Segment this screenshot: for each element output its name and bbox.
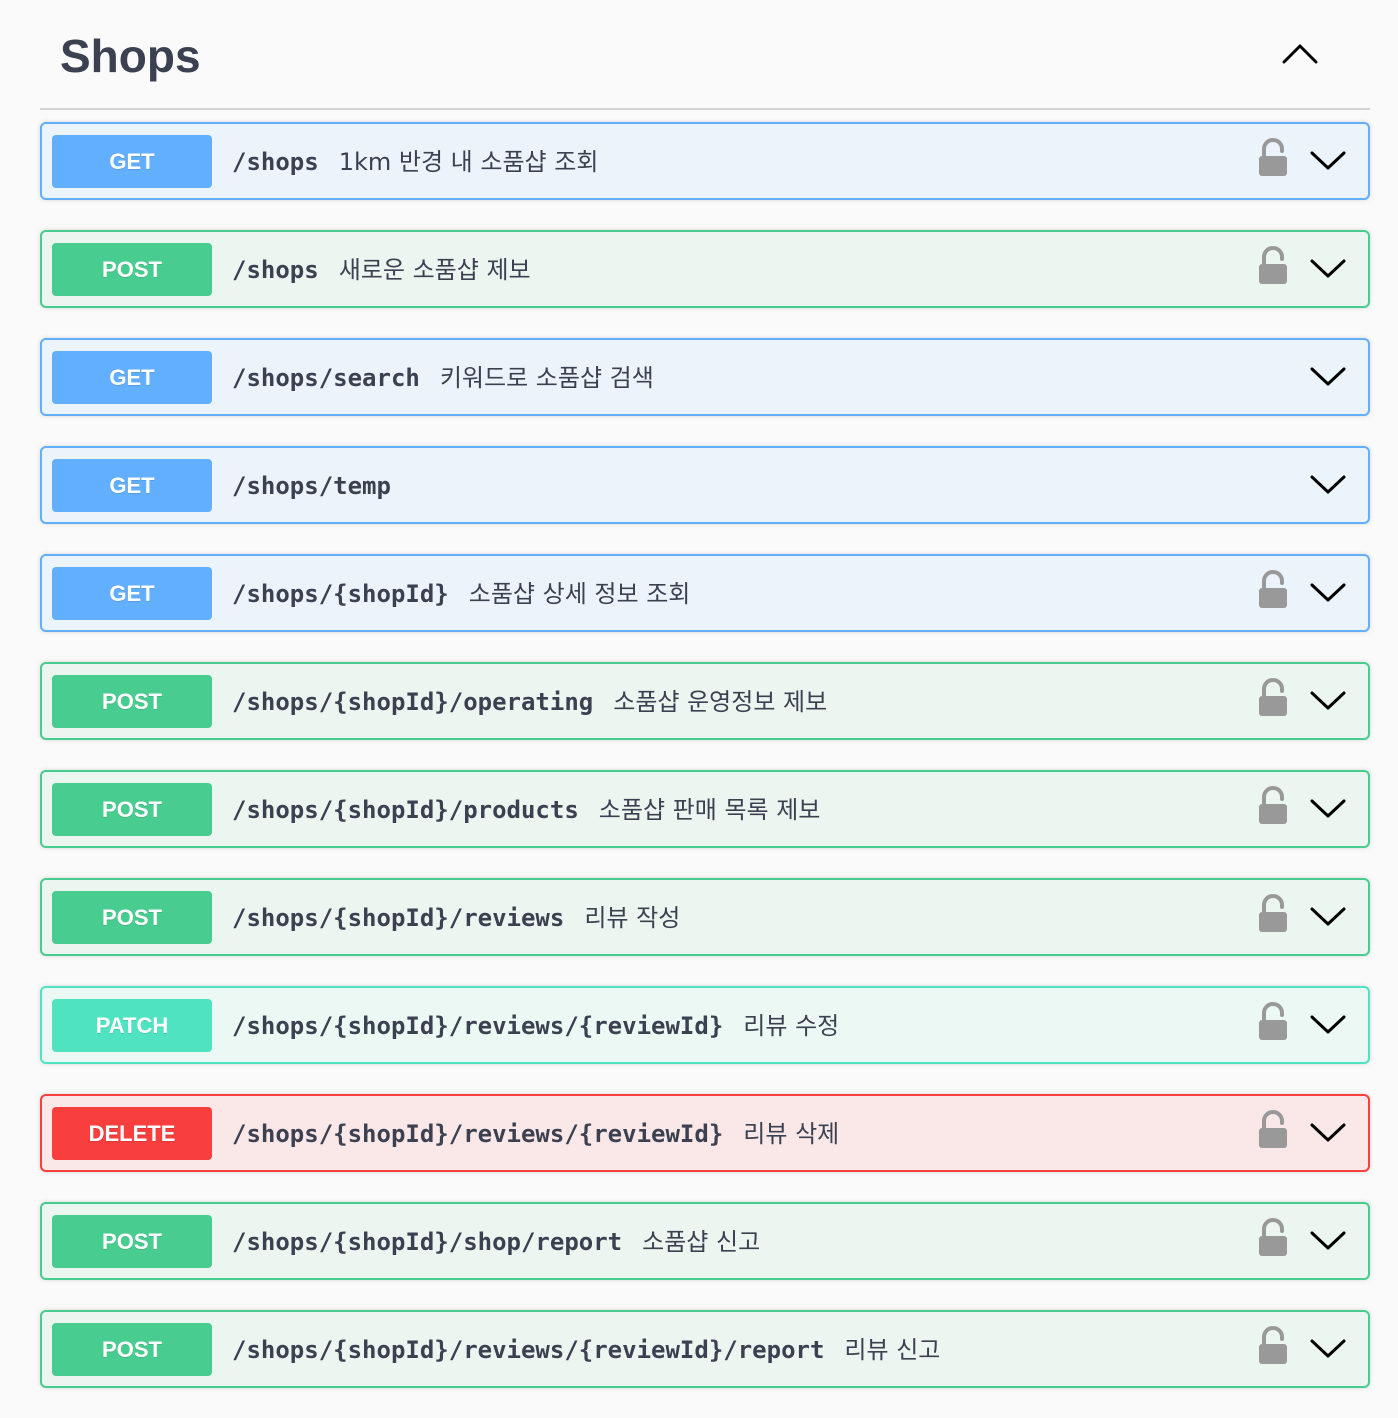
- operation-summary: 키워드로 소품샵 검색: [439, 364, 654, 392]
- method-badge: POST: [52, 1323, 212, 1376]
- section-title: Shops: [60, 30, 201, 82]
- unlock-icon[interactable]: [1256, 570, 1290, 610]
- chevron-down-icon[interactable]: [1308, 468, 1348, 500]
- chevron-up-icon[interactable]: [1278, 36, 1322, 72]
- chevron-down-icon[interactable]: [1308, 684, 1348, 716]
- operation-summary: 새로운 소품샵 제보: [338, 256, 531, 284]
- operation-post-row[interactable]: POST/shops 새로운 소품샵 제보: [40, 230, 1370, 308]
- operation-summary: 소품샵 신고: [642, 1228, 761, 1256]
- operation-path: /shops/{shopId}/operating 소품샵 운영정보 제보: [232, 686, 827, 718]
- operation-summary: 리뷰 수정: [743, 1012, 840, 1040]
- chevron-down-icon[interactable]: [1308, 1332, 1348, 1364]
- chevron-down-icon[interactable]: [1308, 1008, 1348, 1040]
- operation-path: /shops/{shopId}/reviews/{reviewId} 리뷰 수정: [232, 1010, 839, 1042]
- operation-patch-row[interactable]: PATCH/shops/{shopId}/reviews/{reviewId} 리…: [40, 986, 1370, 1064]
- path-text: /shops: [232, 148, 319, 176]
- method-badge: POST: [52, 891, 212, 944]
- path-text: /shops/{shopId}/shop/report: [232, 1228, 623, 1256]
- operation-path: /shops/{shopId}/reviews 리뷰 작성: [232, 902, 680, 934]
- path-text: /shops/search: [232, 364, 420, 392]
- method-badge: PATCH: [52, 999, 212, 1052]
- method-badge: DELETE: [52, 1107, 212, 1160]
- chevron-down-icon[interactable]: [1308, 360, 1348, 392]
- method-badge: POST: [52, 1215, 212, 1268]
- operation-get-row[interactable]: GET/shops 1km 반경 내 소품샵 조회: [40, 122, 1370, 200]
- operation-post-row[interactable]: POST/shops/{shopId}/reviews 리뷰 작성: [40, 878, 1370, 956]
- operation-path: /shops/{shopId}/shop/report 소품샵 신고: [232, 1226, 760, 1258]
- operation-delete-row[interactable]: DELETE/shops/{shopId}/reviews/{reviewId}…: [40, 1094, 1370, 1172]
- path-text: /shops/{shopId}/reviews: [232, 904, 565, 932]
- operation-path: /shops 1km 반경 내 소품샵 조회: [232, 146, 598, 178]
- operation-get-row[interactable]: GET/shops/{shopId} 소품샵 상세 정보 조회: [40, 554, 1370, 632]
- operation-post-row[interactable]: POST/shops/{shopId}/shop/report 소품샵 신고: [40, 1202, 1370, 1280]
- unlock-icon[interactable]: [1256, 894, 1290, 934]
- path-text: /shops/{shopId}/reviews/{reviewId}: [232, 1012, 724, 1040]
- chevron-down-icon[interactable]: [1308, 1224, 1348, 1256]
- operation-post-row[interactable]: POST/shops/{shopId}/products 소품샵 판매 목록 제보: [40, 770, 1370, 848]
- operation-path: /shops/{shopId}/reviews/{reviewId} 리뷰 삭제: [232, 1118, 839, 1150]
- method-badge: GET: [52, 567, 212, 620]
- operation-summary: 리뷰 작성: [584, 904, 681, 932]
- path-text: /shops/{shopId}/products: [232, 796, 579, 824]
- operation-path: /shops/search 키워드로 소품샵 검색: [232, 362, 654, 394]
- chevron-down-icon[interactable]: [1308, 252, 1348, 284]
- section-header-shops[interactable]: Shops: [40, 0, 1370, 110]
- operation-get-row[interactable]: GET/shops/temp: [40, 446, 1370, 524]
- unlock-icon[interactable]: [1256, 246, 1290, 286]
- path-text: /shops/{shopId}/reviews/{reviewId}: [232, 1120, 724, 1148]
- operation-post-row[interactable]: POST/shops/{shopId}/reviews/{reviewId}/r…: [40, 1310, 1370, 1388]
- operations-list: GET/shops 1km 반경 내 소품샵 조회 POST/shops 새로운 소품…: [40, 122, 1370, 1418]
- operation-path: /shops/{shopId}/reviews/{reviewId}/repor…: [232, 1334, 940, 1366]
- method-badge: POST: [52, 783, 212, 836]
- operation-summary: 소품샵 상세 정보 조회: [468, 580, 691, 608]
- method-badge: GET: [52, 459, 212, 512]
- method-badge: GET: [52, 135, 212, 188]
- path-text: /shops/{shopId}/operating: [232, 688, 594, 716]
- path-text: /shops: [232, 256, 319, 284]
- chevron-down-icon[interactable]: [1308, 576, 1348, 608]
- method-badge: POST: [52, 243, 212, 296]
- operation-path: /shops 새로운 소품샵 제보: [232, 254, 531, 286]
- operation-summary: 소품샵 판매 목록 제보: [598, 796, 821, 824]
- unlock-icon[interactable]: [1256, 1002, 1290, 1042]
- unlock-icon[interactable]: [1256, 138, 1290, 178]
- operation-summary: 1km 반경 내 소품샵 조회: [338, 148, 599, 176]
- path-text: /shops/temp: [232, 472, 391, 500]
- operation-summary: 리뷰 신고: [844, 1336, 941, 1364]
- chevron-down-icon[interactable]: [1308, 144, 1348, 176]
- operation-get-row[interactable]: GET/shops/search 키워드로 소품샵 검색: [40, 338, 1370, 416]
- chevron-down-icon[interactable]: [1308, 900, 1348, 932]
- path-text: /shops/{shopId}: [232, 580, 449, 608]
- operation-path: /shops/{shopId} 소품샵 상세 정보 조회: [232, 578, 690, 610]
- operation-summary: 소품샵 운영정보 제보: [613, 688, 828, 716]
- method-badge: GET: [52, 351, 212, 404]
- unlock-icon[interactable]: [1256, 678, 1290, 718]
- unlock-icon[interactable]: [1256, 786, 1290, 826]
- path-text: /shops/{shopId}/reviews/{reviewId}/repor…: [232, 1336, 825, 1364]
- operation-path: /shops/temp: [232, 470, 391, 502]
- unlock-icon[interactable]: [1256, 1326, 1290, 1366]
- operation-summary: 리뷰 삭제: [743, 1120, 840, 1148]
- unlock-icon[interactable]: [1256, 1218, 1290, 1258]
- method-badge: POST: [52, 675, 212, 728]
- chevron-down-icon[interactable]: [1308, 1116, 1348, 1148]
- chevron-down-icon[interactable]: [1308, 792, 1348, 824]
- unlock-icon[interactable]: [1256, 1110, 1290, 1150]
- operation-path: /shops/{shopId}/products 소품샵 판매 목록 제보: [232, 794, 820, 826]
- operation-post-row[interactable]: POST/shops/{shopId}/operating 소품샵 운영정보 제보: [40, 662, 1370, 740]
